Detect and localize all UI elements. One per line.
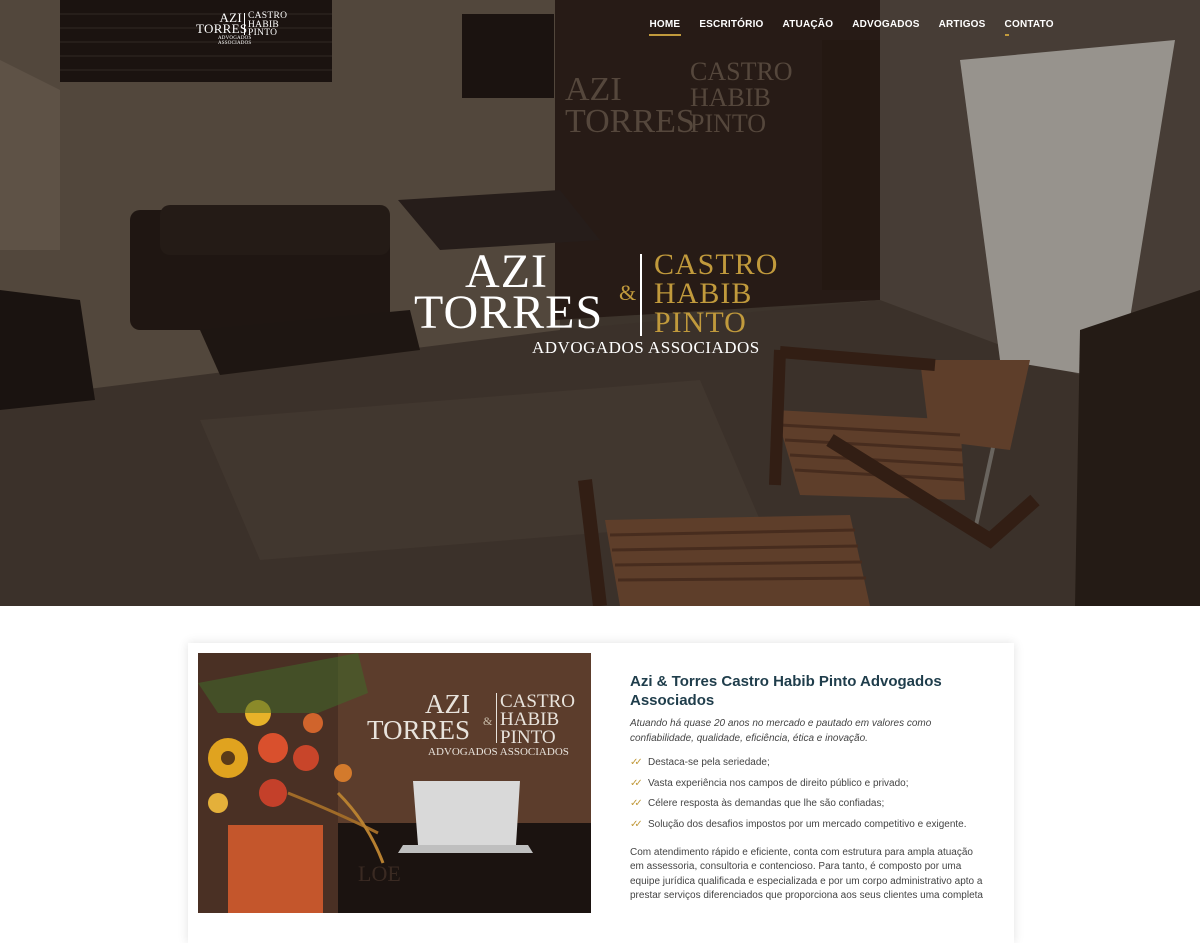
photo-sign-separator (496, 693, 497, 743)
about-text: Azi & Torres Castro Habib Pinto Advogado… (630, 672, 985, 904)
hero-banner: AZI TORRES CASTRO HABIB PINTO AZI TORRES… (0, 0, 1200, 606)
about-body: Com atendimento rápido e eficiente, cont… (630, 846, 983, 902)
check-icon: ✓✓ (630, 777, 643, 789)
check-icon: ✓✓ (630, 757, 643, 768)
main-nav: HOME ESCRITÓRIO ATUAÇÃO ADVOGADOS ARTIGO… (640, 18, 1063, 36)
hero-logo-torres: TORRES (414, 286, 604, 339)
hero-logo-separator (640, 254, 642, 336)
nav-artigos[interactable]: ARTIGOS (929, 18, 995, 32)
logo-separator (244, 13, 245, 35)
hero-logo-pinto: PINTO (654, 306, 747, 339)
photo-sign-right: CASTRO HABIB PINTO (500, 692, 575, 748)
check-icon: ✓✓ (630, 818, 643, 830)
hero-logo-tagline: ADVOGADOS ASSOCIADOS (532, 338, 760, 357)
bullet-text: Solução dos desafios impostos por um mer… (648, 818, 967, 830)
hero-logo-right: CASTRO HABIB PINTO (654, 250, 778, 339)
site-logo[interactable]: AZI TORRES CASTRO HABIB PINTO ADVOGADOS … (196, 11, 287, 46)
bullet-text: Célere resposta às demandas que lhe são … (648, 798, 885, 809)
svg-text:LOE: LOE (358, 861, 401, 886)
about-photo: LOE AZI TORRES & CASTRO HABIB PINTO ADVO… (198, 653, 591, 913)
list-item: ✓✓ Célere resposta às demandas que lhe sã… (630, 797, 985, 811)
nav-home[interactable]: HOME (640, 18, 690, 36)
nav-escritorio[interactable]: ESCRITÓRIO (690, 18, 773, 32)
logo-torres: TORRES (196, 21, 248, 36)
photo-sign-torres: TORRES (366, 715, 470, 745)
photo-sign-tagline: ADVOGADOS ASSOCIADOS (428, 746, 569, 758)
nav-advogados[interactable]: ADVOGADOS (843, 18, 929, 32)
photo-sign-ampersand: & (483, 714, 493, 728)
about-bullet-list: ✓✓ Destaca-se pela seriedade; ✓✓ Vasta exp… (630, 756, 985, 832)
list-item: ✓✓ Destaca-se pela seriedade; (630, 756, 985, 770)
nav-contato[interactable]: CONTATO (995, 18, 1063, 36)
hero-logo: AZI TORRES & CASTRO HABIB PINTO ADVOGADO… (414, 248, 794, 360)
about-lead: Atuando há quase 20 anos no mercado e pa… (630, 718, 932, 744)
list-item: ✓✓ Vasta experiência nos campos de direit… (630, 777, 985, 791)
logo-right-text: CASTRO HABIB PINTO (248, 11, 287, 38)
bullet-text: Vasta experiência nos campos de direito … (648, 777, 909, 789)
photo-wall-sign: AZI TORRES & CASTRO HABIB PINTO ADVOGADO… (358, 691, 578, 771)
bullet-text: Destaca-se pela seriedade; (648, 757, 770, 768)
list-item: ✓✓ Solução dos desafios impostos por um m… (630, 818, 985, 832)
photo-sign-pinto: PINTO (500, 727, 556, 748)
logo-tagline: ADVOGADOS ASSOCIADOS (218, 36, 252, 46)
logo-left-text: AZI TORRES (196, 11, 247, 35)
about-title: Azi & Torres Castro Habib Pinto Advogado… (630, 673, 942, 709)
check-icon: ✓✓ (630, 798, 643, 809)
nav-atuacao[interactable]: ATUAÇÃO (773, 18, 843, 32)
photo-sign-left: AZI TORRES (366, 691, 470, 745)
hero-logo-ampersand: & (619, 280, 637, 305)
